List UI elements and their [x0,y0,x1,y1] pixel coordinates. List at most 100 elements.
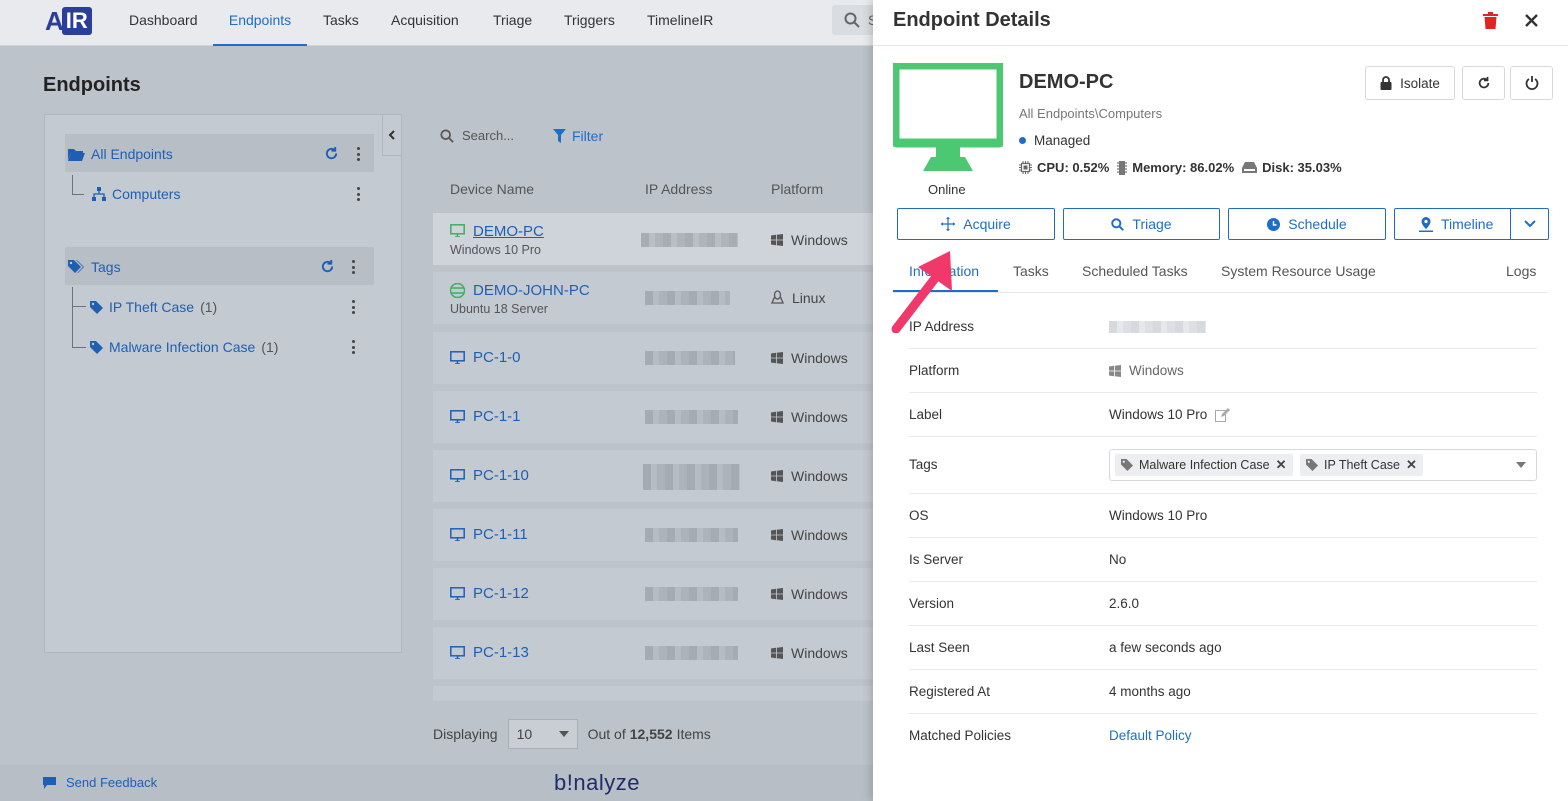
table-row[interactable]: PC-1-0 Windows [433,332,873,384]
refresh-icon[interactable] [324,146,339,161]
device-name-link[interactable]: PC-1-13 [473,644,529,661]
monitor-icon [450,587,465,600]
detail-tabs: Information Tasks Scheduled Tasks System… [893,256,1548,293]
search-icon [844,12,860,28]
nav-triggers[interactable]: Triggers [564,0,615,46]
table-row[interactable]: PC-1-13 Windows [433,627,873,679]
monitor-status-icon [893,63,1003,171]
tag-menu-icon[interactable] [352,340,356,354]
close-icon[interactable] [1525,14,1538,27]
platform-cell: Linux [771,290,825,306]
info-row-policies: Matched Policies Default Policy [909,728,1192,743]
air-logo[interactable]: A IR [45,5,95,37]
managed-status: Managed [1019,133,1090,148]
triage-button[interactable]: Triage [1063,208,1220,240]
tree-item-tag[interactable]: IP Theft Case (1) [90,299,217,315]
platform-cell: Windows [771,232,848,248]
ip-address-redacted [645,528,738,542]
tag-icon [90,340,103,354]
trash-icon[interactable] [1483,12,1498,29]
chevron-down-icon [1523,220,1536,228]
nav-tasks[interactable]: Tasks [323,0,359,46]
refresh-button[interactable] [1462,66,1505,100]
clock-icon [1267,217,1281,231]
tree-item-all-endpoints[interactable]: All Endpoints [68,146,173,162]
isolate-button[interactable]: Isolate [1365,66,1455,100]
device-name-link[interactable]: PC-1-10 [473,467,529,484]
table-row[interactable]: PC-1-11 Windows [433,509,873,561]
timeline-button[interactable]: Timeline [1394,208,1549,240]
windows-icon [771,470,783,482]
nav-triage[interactable]: Triage [493,0,532,46]
nav-dashboard[interactable]: Dashboard [129,0,198,46]
edit-icon[interactable] [1215,407,1231,422]
nav-acquisition[interactable]: Acquisition [391,0,459,46]
endpoint-search-input[interactable]: Search... [440,128,514,143]
tab-system-resource-usage[interactable]: System Resource Usage [1221,263,1376,279]
chat-icon [43,776,56,789]
computers-menu-icon[interactable] [357,187,361,201]
default-policy-link[interactable]: Default Policy [1109,728,1192,743]
status-dot [1019,137,1026,144]
timeline-dropdown-toggle[interactable] [1510,209,1548,239]
search-icon [1111,217,1125,231]
windows-icon [771,352,783,364]
tag-menu-icon[interactable] [352,300,356,314]
acquire-button[interactable]: Acquire [897,208,1055,240]
collapse-tree-button[interactable] [382,114,402,156]
nav-endpoints[interactable]: Endpoints [213,0,307,46]
linux-icon [771,290,784,304]
send-feedback-link[interactable]: Send Feedback [43,775,157,790]
monitor-icon [450,528,465,541]
nav-timelineir[interactable]: TimelineIR [647,0,713,46]
tags-icon [68,260,84,273]
table-row[interactable]: PC-1-10 Windows [433,450,873,502]
memory-stat: Memory: 86.02% [1117,160,1234,175]
ip-address-redacted [645,587,738,601]
table-row[interactable]: DEMO-PC Windows 10 Pro Windows [433,213,873,265]
device-path: All Endpoints\Computers [1019,106,1163,121]
tag-icon [1121,459,1133,471]
refresh-tags-icon[interactable] [320,259,335,274]
filter-button[interactable]: Filter [553,128,603,144]
device-name-link[interactable]: PC-1-1 [473,408,521,425]
platform-cell: Windows [771,645,848,661]
device-name-link[interactable]: PC-1-0 [473,349,521,366]
tags-menu-icon[interactable] [352,260,356,274]
all-endpoints-menu-icon[interactable] [357,147,361,161]
device-name-link[interactable]: PC-1-12 [473,585,529,602]
device-name-link[interactable]: PC-1-11 [473,526,528,543]
monitor-icon [450,224,465,237]
tab-tasks[interactable]: Tasks [1013,263,1049,279]
table-row[interactable]: PC-1-12 Windows [433,568,873,620]
shutdown-button[interactable] [1510,66,1553,100]
pagination: Displaying 10 Out of 12,552 Items [433,719,711,749]
table-row[interactable]: DEMO-JOHN-PC Ubuntu 18 Server Linux [433,272,873,324]
ip-address-redacted [645,291,730,305]
column-ip-address[interactable]: IP Address [645,181,712,197]
ip-address-redacted [645,410,738,424]
info-row-os: OS Windows 10 Pro [909,494,1537,538]
caret-down-icon[interactable] [1516,462,1526,468]
tab-scheduled-tasks[interactable]: Scheduled Tasks [1082,263,1188,279]
tree-item-tags[interactable]: Tags [68,259,121,275]
column-device-name[interactable]: Device Name [450,181,534,197]
remove-tag-icon[interactable]: ✕ [1406,457,1417,473]
power-icon [1525,76,1538,90]
device-name-link[interactable]: DEMO-PC [473,223,544,240]
column-platform[interactable]: Platform [771,181,823,197]
search-icon [440,128,454,143]
monitor-icon [450,351,465,364]
tab-logs[interactable]: Logs [1506,263,1536,279]
page-size-select[interactable]: 10 [507,719,578,749]
device-label: Ubuntu 18 Server [450,302,548,316]
device-name-link[interactable]: DEMO-JOHN-PC [473,282,590,299]
tags-select[interactable]: Malware Infection Case ✕ IP Theft Case ✕ [1109,449,1537,481]
table-row[interactable]: PC-1-1 Windows [433,391,873,443]
remove-tag-icon[interactable]: ✕ [1276,457,1287,473]
device-title: DEMO-PC [1019,71,1114,93]
schedule-button[interactable]: Schedule [1228,208,1386,240]
windows-icon [771,647,783,659]
tree-item-computers[interactable]: Computers [92,186,180,202]
tree-item-tag[interactable]: Malware Infection Case (1) [90,339,278,355]
